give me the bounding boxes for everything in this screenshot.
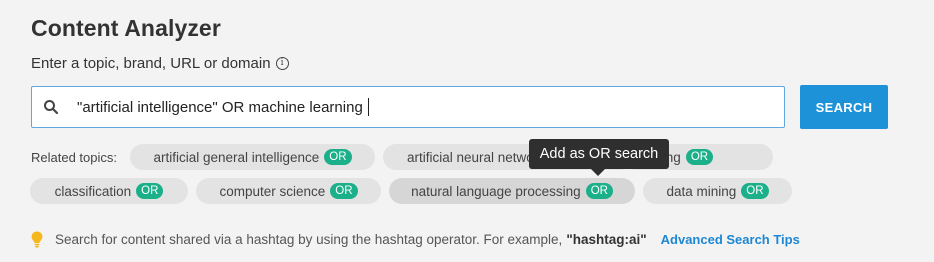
search-prompt-label: Enter a topic, brand, URL or domain	[31, 55, 271, 72]
search-button[interactable]: SEARCH	[800, 85, 888, 129]
tip-example: "hashtag:ai"	[566, 232, 647, 247]
or-badge[interactable]: OR	[585, 183, 613, 199]
related-topic-chip[interactable]: computer science OR	[196, 178, 381, 204]
or-badge[interactable]: OR	[324, 149, 352, 165]
tip-text: Search for content shared via a hashtag …	[55, 232, 563, 247]
or-badge[interactable]: OR	[330, 183, 358, 199]
or-badge[interactable]: OR	[741, 183, 769, 199]
chip-label: data mining	[666, 183, 737, 199]
lightbulb-icon	[31, 231, 43, 248]
advanced-search-tips-link[interactable]: Advanced Search Tips	[661, 232, 800, 247]
text-caret	[368, 98, 369, 116]
or-badge[interactable]: OR	[136, 183, 164, 199]
search-icon	[44, 100, 59, 115]
chip-label: computer science	[219, 183, 326, 199]
chip-label: natural language processing	[411, 183, 581, 199]
related-topics-label: Related topics:	[31, 150, 117, 165]
chip-label: artificial general intelligence	[153, 149, 320, 165]
related-topic-chip[interactable]: data mining OR	[643, 178, 792, 204]
related-topic-chip[interactable]: classification OR	[30, 178, 188, 204]
related-topic-chip[interactable]: natural language processing OR	[389, 178, 635, 204]
search-input[interactable]	[77, 96, 767, 118]
search-prompt: Enter a topic, brand, URL or domain i	[31, 55, 289, 72]
chip-label: classification	[54, 183, 132, 199]
search-box[interactable]	[31, 86, 785, 128]
search-tip: Search for content shared via a hashtag …	[31, 231, 800, 248]
or-search-tooltip: Add as OR search	[529, 139, 669, 169]
or-badge[interactable]: OR	[685, 149, 714, 165]
info-icon[interactable]: i	[275, 57, 289, 70]
tooltip-arrow	[591, 169, 605, 176]
page-title: Content Analyzer	[31, 15, 221, 41]
related-topic-chip[interactable]: artificial general intelligence OR	[130, 144, 375, 170]
